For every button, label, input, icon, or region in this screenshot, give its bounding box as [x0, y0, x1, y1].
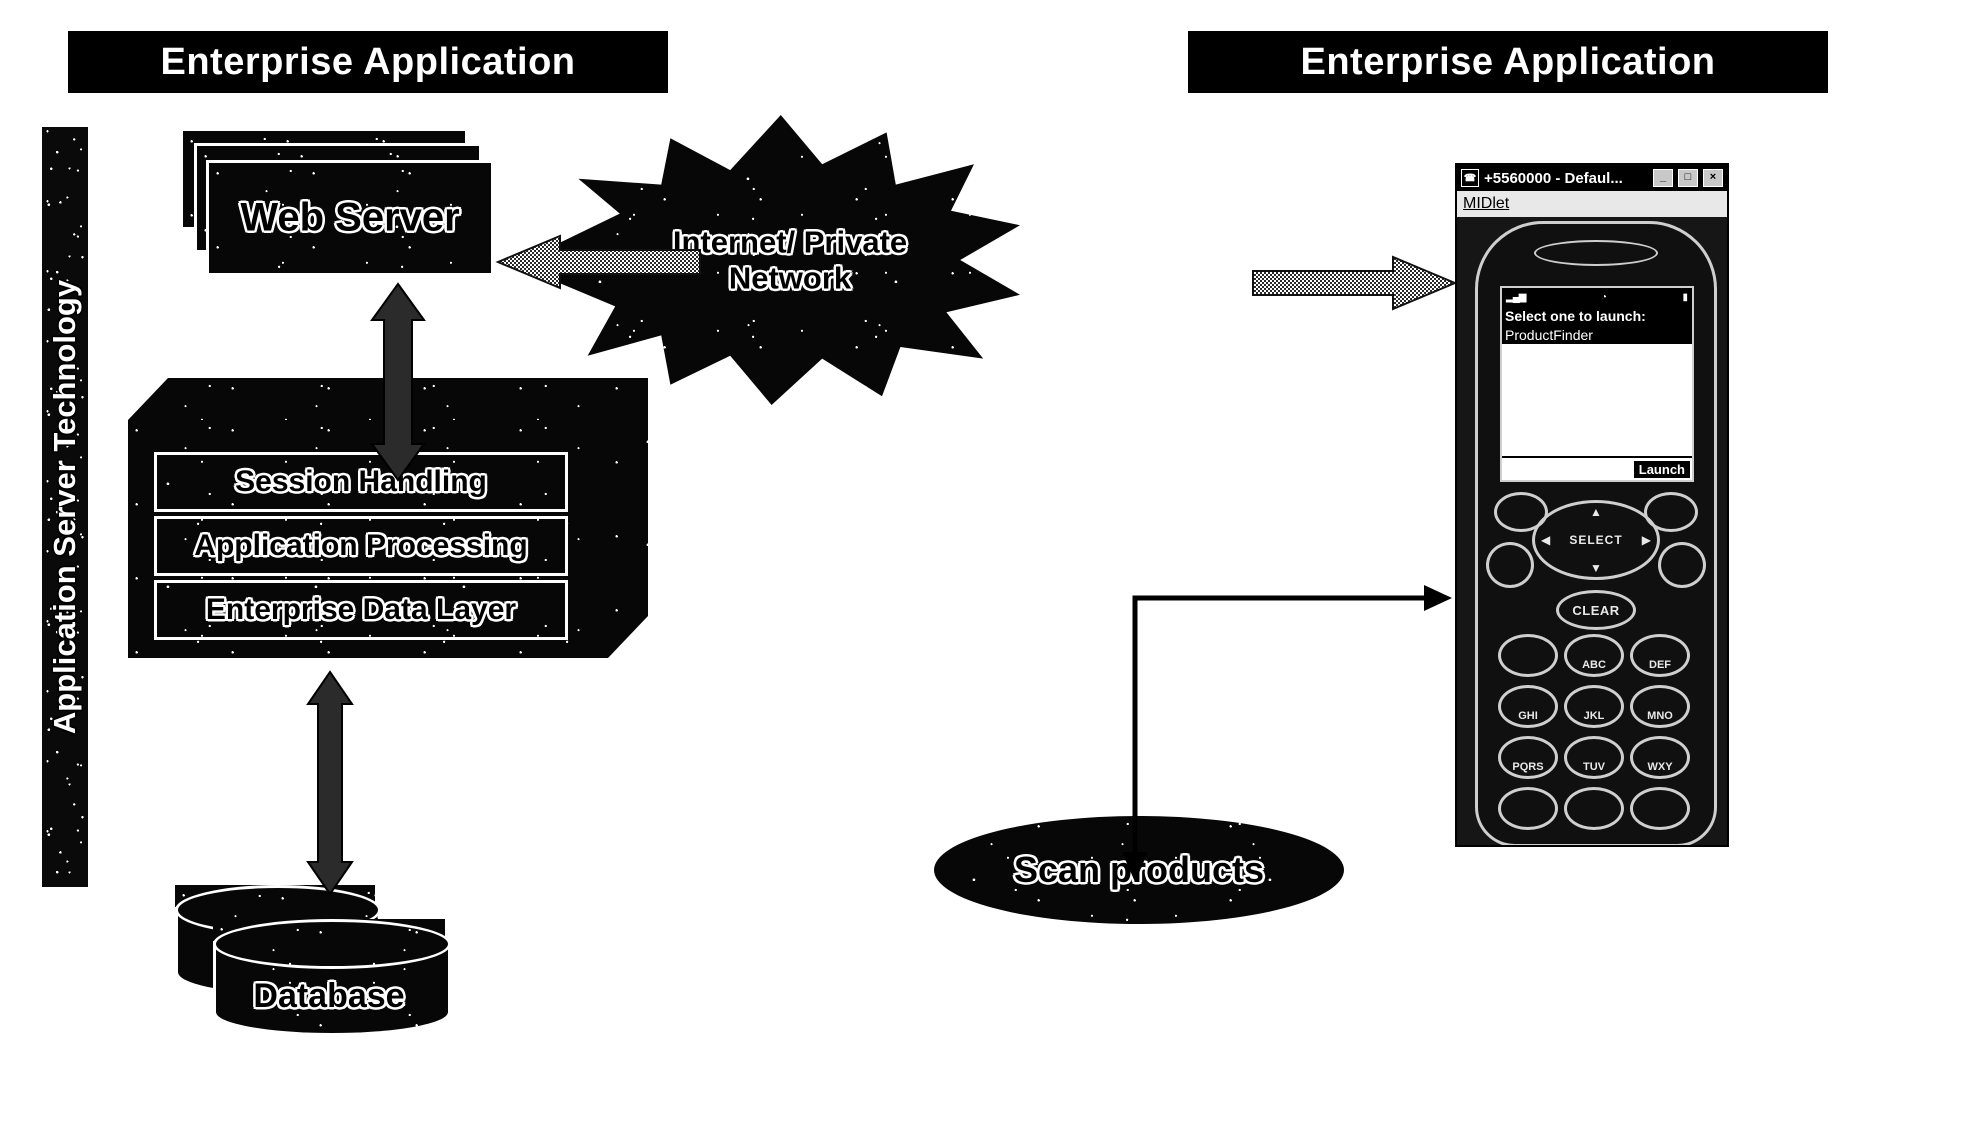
- network-label-line1: Internet/ Private: [672, 224, 908, 260]
- key-0[interactable]: [1564, 787, 1624, 830]
- lcd-title: Select one to launch:: [1502, 306, 1692, 326]
- application-server-technology-label: Application Server Technology: [47, 279, 82, 735]
- menu-item-midlet[interactable]: MIDlet: [1463, 195, 1509, 213]
- maximize-button[interactable]: □: [1678, 169, 1698, 187]
- network-label: Internet/ Private Network: [560, 224, 1020, 295]
- close-button[interactable]: ×: [1703, 169, 1723, 187]
- earpiece: [1534, 240, 1658, 266]
- select-button[interactable]: SELECT: [1569, 533, 1622, 547]
- key-4ghi[interactable]: GHI: [1498, 685, 1558, 728]
- phone-keypad[interactable]: ABC DEF GHI JKL MNO PQRS TUV WXY: [1498, 634, 1690, 830]
- web-server-sheet-front: Web Server: [206, 160, 494, 276]
- clear-key[interactable]: CLEAR: [1556, 590, 1636, 630]
- arrow-network-to-phone: [1252, 255, 1458, 311]
- arrow-app-server-to-database: [306, 670, 354, 896]
- phone-menubar[interactable]: MIDlet: [1457, 191, 1727, 218]
- web-server-node: Web Server: [180, 128, 494, 276]
- key-2abc[interactable]: ABC: [1564, 634, 1624, 677]
- handset-shell: ▂▄▆ ◔ ▮ Select one to launch: ProductFin…: [1475, 221, 1717, 845]
- key-9wxy[interactable]: WXY: [1630, 736, 1690, 779]
- key-8tuv[interactable]: TUV: [1564, 736, 1624, 779]
- app-box-side-face: [608, 378, 648, 658]
- lcd-softkey-bar: Launch: [1502, 456, 1692, 480]
- phone-lcd-screen[interactable]: ▂▄▆ ◔ ▮ Select one to launch: ProductFin…: [1500, 286, 1694, 482]
- end-key[interactable]: [1658, 542, 1706, 588]
- database-cylinder-front: Database: [213, 919, 451, 1036]
- layer-application-processing: Application Processing: [154, 516, 568, 576]
- layer-enterprise-data-layer-label: Enterprise Data Layer: [205, 593, 517, 626]
- key-1[interactable]: [1498, 634, 1558, 677]
- database-label: Database: [253, 977, 405, 1015]
- banner-enterprise-application-left: Enterprise Application: [68, 31, 668, 93]
- clock-icon: ◔: [1600, 291, 1607, 303]
- key-6mno[interactable]: MNO: [1630, 685, 1690, 728]
- key-star[interactable]: [1498, 787, 1558, 830]
- layer-session-handling-label: Session Handling: [235, 465, 487, 498]
- navigation-pad[interactable]: ▲ ▼ ◀ ▶ SELECT: [1532, 500, 1660, 580]
- phone-window-title: +5560000 - Defaul...: [1484, 169, 1623, 187]
- key-5jkl[interactable]: JKL: [1564, 685, 1624, 728]
- send-key[interactable]: [1486, 542, 1534, 588]
- diagram-canvas: Enterprise Application Enterprise Applic…: [0, 0, 1961, 1131]
- key-7pqrs[interactable]: PQRS: [1498, 736, 1558, 779]
- nav-up-icon[interactable]: ▲: [1590, 505, 1602, 519]
- signal-icon: ▂▄▆: [1506, 291, 1526, 303]
- midlet-list[interactable]: ProductFinder: [1502, 326, 1692, 438]
- nav-left-icon[interactable]: ◀: [1541, 533, 1550, 547]
- scan-products-node: Scan products: [930, 812, 1348, 928]
- app-server-layer-list: Session Handling Application Processing …: [154, 452, 568, 644]
- softkey-launch[interactable]: Launch: [1633, 460, 1690, 478]
- app-box-top-face: [128, 378, 648, 420]
- nav-right-icon[interactable]: ▶: [1642, 533, 1651, 547]
- key-3def[interactable]: DEF: [1630, 634, 1690, 677]
- network-label-line2: Network: [728, 260, 852, 295]
- layer-application-processing-label: Application Processing: [194, 529, 528, 562]
- database-node: Database: [175, 885, 505, 1065]
- phone-icon: ☎: [1461, 169, 1479, 187]
- internet-private-network-node: Internet/ Private Network: [560, 115, 1020, 405]
- nav-down-icon[interactable]: ▼: [1590, 561, 1602, 575]
- phone-device-area: ▂▄▆ ◔ ▮ Select one to launch: ProductFin…: [1457, 217, 1727, 845]
- phone-window-titlebar[interactable]: ☎ +5560000 - Defaul... _ □ ×: [1457, 165, 1727, 191]
- layer-enterprise-data-layer: Enterprise Data Layer: [154, 580, 568, 640]
- application-server-box: Session Handling Application Processing …: [128, 378, 648, 658]
- scan-products-label: Scan products: [1013, 849, 1265, 890]
- key-hash[interactable]: [1630, 787, 1690, 830]
- application-server-technology-bar: Application Server Technology: [42, 127, 88, 887]
- layer-session-handling: Session Handling: [154, 452, 568, 512]
- battery-icon: ▮: [1682, 291, 1688, 303]
- database-front-top: [213, 919, 451, 969]
- web-server-label: Web Server: [240, 195, 460, 240]
- lcd-status-bar: ▂▄▆ ◔ ▮: [1502, 288, 1692, 306]
- list-item-productfinder[interactable]: ProductFinder: [1502, 326, 1692, 344]
- phone-emulator-window[interactable]: ☎ +5560000 - Defaul... _ □ × MIDlet ▂▄▆ …: [1455, 163, 1729, 847]
- minimize-button[interactable]: _: [1653, 169, 1673, 187]
- banner-enterprise-application-right: Enterprise Application: [1188, 31, 1828, 93]
